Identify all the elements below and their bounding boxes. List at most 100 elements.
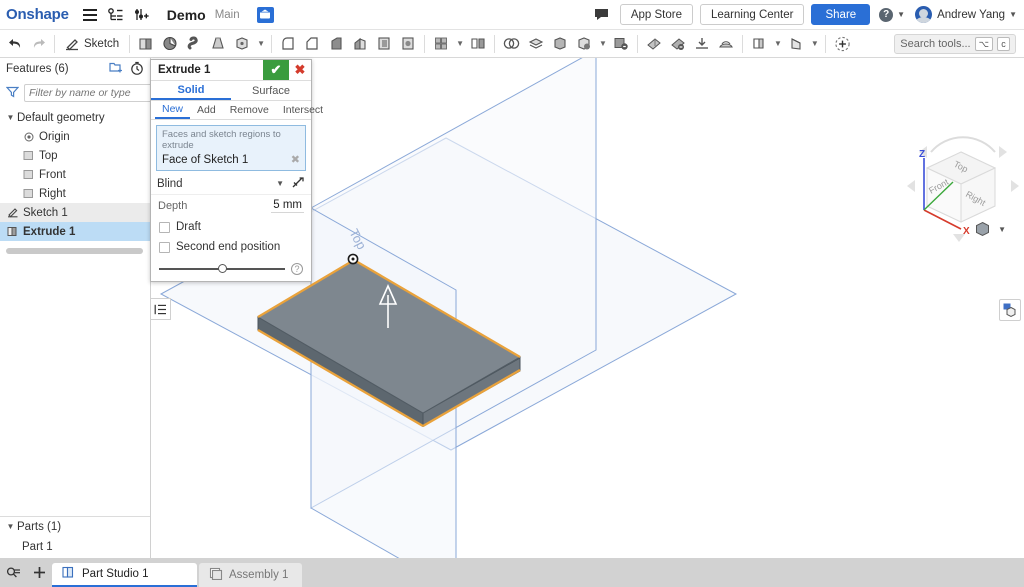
extrude-tool[interactable] bbox=[134, 32, 158, 56]
tree-item-origin[interactable]: Origin bbox=[0, 127, 150, 146]
depth-input[interactable]: 5 mm bbox=[271, 199, 304, 213]
subtab-new[interactable]: New bbox=[155, 101, 191, 119]
share-button[interactable]: Share bbox=[811, 4, 871, 25]
redo-icon[interactable] bbox=[27, 32, 50, 56]
undo-icon[interactable] bbox=[4, 32, 27, 56]
thicken-tool[interactable] bbox=[230, 32, 254, 56]
tab-surface[interactable]: Surface bbox=[231, 81, 311, 100]
origin-point-icon[interactable] bbox=[347, 253, 359, 265]
new-folder-icon[interactable] bbox=[109, 61, 123, 77]
help-menu[interactable]: ? ▼ bbox=[879, 7, 905, 22]
shell-tool[interactable] bbox=[372, 32, 396, 56]
sketch-button[interactable]: Sketch bbox=[59, 32, 125, 56]
avatar[interactable] bbox=[915, 6, 933, 23]
revolve-tool[interactable] bbox=[158, 32, 182, 56]
subtab-intersect[interactable]: Intersect bbox=[276, 101, 330, 119]
comment-icon[interactable] bbox=[591, 4, 613, 26]
tab-assembly-1[interactable]: Assembly 1 bbox=[199, 563, 303, 587]
add-tab-button[interactable] bbox=[26, 558, 52, 587]
onshape-logo[interactable]: Onshape bbox=[6, 6, 69, 23]
split-tool[interactable] bbox=[524, 32, 548, 56]
subtab-remove[interactable]: Remove bbox=[223, 101, 276, 119]
hamburger-menu-icon[interactable] bbox=[79, 4, 101, 26]
plane-tool[interactable] bbox=[642, 32, 666, 56]
document-title[interactable]: Demo bbox=[167, 7, 206, 23]
panel-list-toggle[interactable] bbox=[151, 298, 171, 320]
app-store-button[interactable]: App Store bbox=[619, 4, 693, 25]
pattern-chevron-down-icon[interactable]: ▼ bbox=[454, 39, 466, 48]
extrude-dialog-title: Extrude 1 bbox=[158, 64, 211, 76]
second-end-checkbox[interactable] bbox=[159, 241, 170, 253]
subtab-add[interactable]: Add bbox=[190, 101, 223, 119]
tree-item-right-plane[interactable]: Right bbox=[0, 184, 150, 203]
insert-feature-icon[interactable] bbox=[131, 4, 153, 26]
end-condition-chevron-down-icon[interactable]: ▼ bbox=[276, 179, 284, 188]
tab-search-icon[interactable] bbox=[0, 558, 26, 587]
flip-direction-icon[interactable] bbox=[291, 176, 305, 192]
tree-item-top-plane[interactable]: Top bbox=[0, 146, 150, 165]
transform-tool[interactable] bbox=[548, 32, 572, 56]
help-circle-icon[interactable]: ? bbox=[291, 263, 303, 275]
tree-item-default-geometry[interactable]: ▼ Default geometry bbox=[0, 108, 150, 127]
rollback-history-icon[interactable] bbox=[130, 61, 144, 78]
search-tools-input[interactable]: Search tools... ⌥ c bbox=[894, 33, 1016, 54]
depth-slider[interactable] bbox=[159, 264, 285, 273]
rib-tool[interactable] bbox=[348, 32, 372, 56]
curves-tool[interactable] bbox=[784, 32, 808, 56]
draft-checkbox[interactable] bbox=[159, 221, 170, 233]
draft-checkbox-row[interactable]: Draft bbox=[151, 217, 311, 237]
boolean-tool[interactable] bbox=[499, 32, 524, 56]
fillet-tool[interactable] bbox=[276, 32, 300, 56]
sweep-tool[interactable] bbox=[182, 32, 206, 56]
tab-part-studio-1[interactable]: Part Studio 1 bbox=[52, 563, 197, 587]
chevron-down-icon[interactable]: ▼ bbox=[4, 522, 17, 531]
version-graph-icon[interactable] bbox=[105, 4, 127, 26]
hole-tool[interactable] bbox=[396, 32, 420, 56]
list-panel-icon bbox=[154, 304, 166, 314]
filter-input[interactable] bbox=[24, 84, 171, 102]
sketch-plane-tool[interactable] bbox=[666, 32, 690, 56]
search-shortcut-key: c bbox=[997, 36, 1010, 51]
second-end-checkbox-row[interactable]: Second end position bbox=[151, 237, 311, 257]
feature-tree-scrollbar[interactable] bbox=[6, 248, 143, 254]
selection-field[interactable]: Faces and sketch regions to extrude Face… bbox=[156, 125, 306, 171]
tree-item-sketch-1[interactable]: Sketch 1 bbox=[0, 203, 150, 222]
filter-row bbox=[0, 80, 171, 106]
delete-part-tool[interactable] bbox=[609, 32, 633, 56]
curves-chevron-down-icon[interactable]: ▼ bbox=[809, 39, 821, 48]
appearance-tool[interactable] bbox=[747, 32, 771, 56]
tree-item-front-plane[interactable]: Front bbox=[0, 165, 150, 184]
username-label[interactable]: Andrew Yang bbox=[937, 9, 1005, 21]
move-face-tool[interactable] bbox=[572, 32, 596, 56]
derive-tool[interactable] bbox=[714, 32, 738, 56]
appearance-chevron-down-icon[interactable]: ▼ bbox=[772, 39, 784, 48]
add-custom-feature[interactable] bbox=[830, 32, 855, 56]
toolbar-divider bbox=[636, 34, 638, 53]
extrude-dialog-header: Extrude 1 ✔ ✖ bbox=[151, 60, 311, 81]
move-face-chevron-down-icon[interactable]: ▼ bbox=[597, 39, 609, 48]
loft-tool[interactable] bbox=[206, 32, 230, 56]
clear-selection-icon[interactable]: ✖ bbox=[291, 153, 300, 166]
tree-item-extrude-1[interactable]: Extrude 1 bbox=[0, 222, 150, 241]
parts-item-part-1[interactable]: Part 1 bbox=[0, 536, 150, 558]
chevron-down-icon[interactable]: ▼ bbox=[4, 113, 17, 122]
checkmark-icon[interactable]: ✔ bbox=[263, 60, 289, 80]
draft-tool[interactable] bbox=[324, 32, 348, 56]
close-x-icon[interactable]: ✖ bbox=[289, 60, 311, 80]
depth-slider-knob[interactable] bbox=[218, 264, 228, 273]
learning-center-button[interactable]: Learning Center bbox=[700, 4, 805, 25]
display-mode-chevron-down-icon[interactable]: ▼ bbox=[998, 225, 1006, 234]
filter-funnel-icon[interactable] bbox=[5, 86, 20, 101]
branch-badge-icon[interactable] bbox=[256, 6, 274, 23]
thicken-chevron-down-icon[interactable]: ▼ bbox=[255, 39, 267, 48]
import-tool[interactable] bbox=[690, 32, 714, 56]
user-menu-chevron-down-icon[interactable]: ▼ bbox=[1009, 10, 1017, 19]
pattern-tool[interactable] bbox=[429, 32, 453, 56]
display-mode-selector[interactable]: ▼ bbox=[974, 221, 1006, 237]
render-appearance-button[interactable] bbox=[999, 299, 1021, 321]
parts-header[interactable]: ▼ Parts (1) bbox=[0, 517, 150, 536]
mirror-tool[interactable] bbox=[466, 32, 490, 56]
tab-solid[interactable]: Solid bbox=[151, 81, 231, 100]
end-condition-row[interactable]: Blind ▼ bbox=[151, 173, 311, 195]
chamfer-tool[interactable] bbox=[300, 32, 324, 56]
